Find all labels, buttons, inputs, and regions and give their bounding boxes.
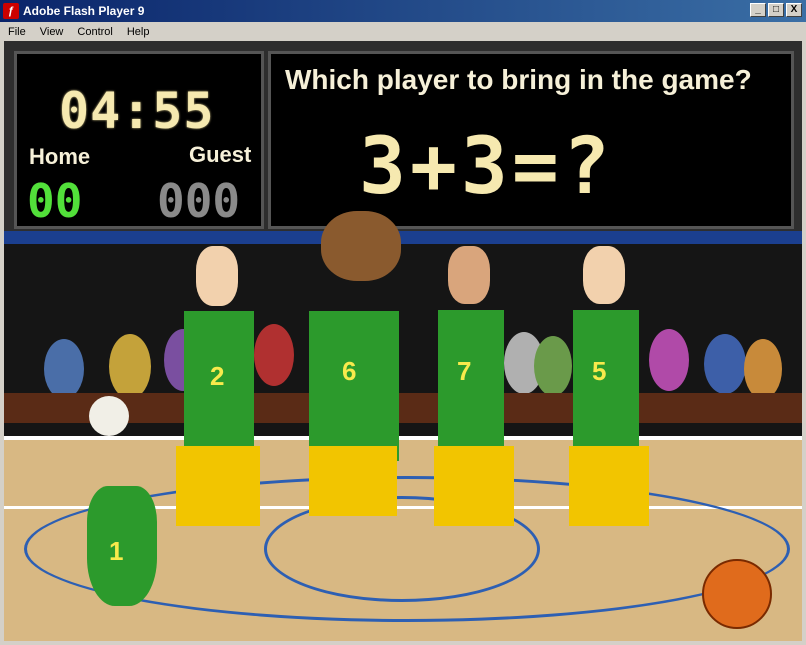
guest-label: Guest — [189, 142, 252, 167]
window-controls: _ □ X — [750, 3, 802, 17]
player-head-icon — [196, 246, 238, 306]
player-shorts-icon — [176, 446, 260, 526]
player-chicken-1[interactable]: 1 — [79, 396, 159, 621]
menu-control[interactable]: Control — [69, 26, 118, 38]
score-panel: 04:55 Home Guest 00 000 — [14, 51, 264, 229]
player-number: 7 — [457, 356, 472, 386]
flash-app-icon: ƒ — [3, 3, 19, 19]
player-shorts-icon — [434, 446, 514, 526]
player-number: 2 — [210, 361, 225, 391]
player-head-icon — [448, 246, 490, 304]
player-2[interactable]: 2 — [176, 246, 266, 636]
minimize-button[interactable]: _ — [750, 3, 766, 17]
horse-head-icon — [321, 211, 401, 281]
scoreboard: 04:55 Home Guest 00 000 Which player to … — [4, 41, 802, 231]
question-text: Which player to bring in the game? — [285, 64, 752, 95]
menu-view[interactable]: View — [32, 26, 70, 38]
question-panel: Which player to bring in the game? 3+3=? — [268, 51, 794, 229]
guest-score: 000 — [157, 174, 241, 228]
menu-file[interactable]: File — [0, 26, 32, 38]
home-score: 00 — [27, 174, 83, 228]
menu-bar: File View Control Help — [0, 22, 806, 41]
player-horse-6[interactable]: 6 — [299, 211, 409, 631]
player-shorts-icon — [569, 446, 649, 526]
crowd-person-icon — [534, 336, 572, 396]
game-clock: 04:55 — [59, 82, 215, 140]
player-number: 6 — [342, 356, 357, 386]
game-stage: 04:55 Home Guest 00 000 Which player to … — [4, 41, 802, 641]
crowd-person-icon — [44, 339, 84, 399]
crowd-person-icon — [109, 334, 151, 399]
home-label: Home — [29, 144, 91, 169]
menu-help[interactable]: Help — [119, 26, 156, 38]
chicken-head-icon — [89, 396, 129, 436]
player-head-icon — [583, 246, 625, 304]
math-equation: 3+3=? — [359, 122, 614, 212]
close-button[interactable]: X — [786, 3, 802, 17]
player-number: 1 — [109, 536, 124, 566]
player-number: 5 — [592, 356, 607, 386]
crowd-person-icon — [744, 339, 782, 399]
player-5[interactable]: 5 — [569, 246, 664, 636]
window-title: Adobe Flash Player 9 — [23, 4, 145, 18]
player-7[interactable]: 7 — [434, 246, 529, 636]
maximize-button[interactable]: □ — [768, 3, 784, 17]
basketball-icon — [702, 559, 772, 629]
player-shorts-icon — [309, 446, 397, 516]
window-titlebar: ƒ Adobe Flash Player 9 _ □ X — [0, 0, 806, 22]
crowd-person-icon — [704, 334, 746, 394]
